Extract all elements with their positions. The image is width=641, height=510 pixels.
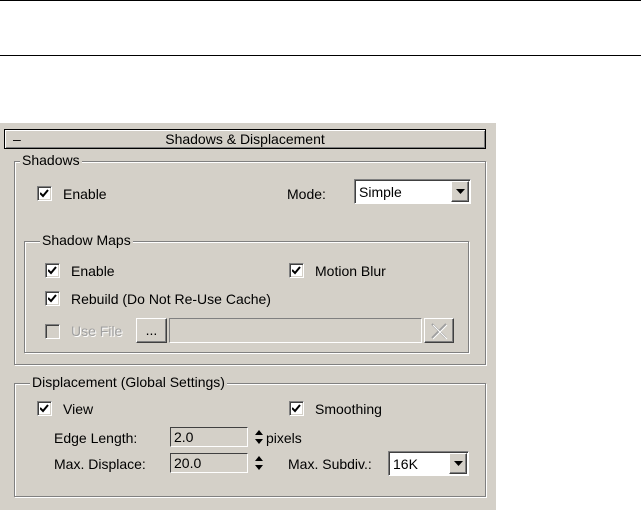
rollout-title: Shadows & Displacement	[165, 131, 325, 147]
browse-file-button-label: ...	[145, 322, 158, 338]
max-subdiv-value: 16K	[393, 456, 418, 472]
view-label: View	[63, 401, 94, 417]
shadow-maps-enable-checkbox[interactable]	[45, 263, 60, 278]
shadows-legend: Shadows	[20, 152, 82, 168]
edge-length-label: Edge Length:	[54, 430, 138, 446]
use-file-checkbox[interactable]	[45, 324, 60, 339]
checkmark-icon	[40, 404, 49, 413]
max-subdiv-label: Max. Subdiv.:	[288, 456, 372, 472]
smoothing-checkbox[interactable]	[289, 401, 304, 416]
edge-length-unit: pixels	[266, 430, 302, 446]
max-displace-label: Max. Displace:	[54, 456, 146, 472]
max-displace-value: 20.0	[174, 455, 202, 471]
smoothing-label: Smoothing	[315, 401, 382, 417]
max-displace-spinner-icon[interactable]	[254, 453, 264, 473]
chevron-down-icon	[454, 461, 463, 466]
checkmark-icon	[292, 266, 301, 275]
mode-value: Simple	[359, 184, 402, 200]
edge-length-value: 2.0	[174, 429, 194, 445]
mode-dropdown[interactable]: Simple	[354, 179, 471, 204]
use-file-label: Use File	[71, 323, 123, 339]
view-checkbox[interactable]	[37, 401, 52, 416]
rebuild-label: Rebuild (Do Not Re-Use Cache)	[71, 291, 271, 307]
mode-label: Mode:	[287, 186, 326, 202]
max-subdiv-dropdown-button[interactable]	[449, 453, 467, 474]
max-subdiv-dropdown[interactable]: 16K	[388, 451, 469, 476]
mode-dropdown-button[interactable]	[451, 181, 469, 202]
edge-length-spinner-icon[interactable]	[254, 427, 264, 447]
chevron-down-icon	[456, 189, 465, 194]
top-rule	[0, 0, 641, 1]
checkmark-icon	[292, 404, 301, 413]
displacement-legend: Displacement (Global Settings)	[30, 374, 227, 390]
motion-blur-label: Motion Blur	[315, 263, 386, 279]
checkmark-icon	[48, 294, 57, 303]
rollout-header[interactable]: – Shadows & Displacement	[4, 129, 486, 149]
shadow-maps-enable-label: Enable	[71, 263, 115, 279]
bottom-rule	[0, 55, 641, 56]
file-path-field[interactable]	[169, 318, 422, 343]
motion-blur-checkbox[interactable]	[289, 263, 304, 278]
shadows-enable-checkbox[interactable]	[37, 186, 52, 201]
max-displace-field[interactable]: 20.0	[170, 453, 248, 473]
shadow-maps-legend: Shadow Maps	[40, 232, 133, 248]
checkmark-icon	[40, 189, 49, 198]
close-icon	[431, 323, 448, 340]
edge-length-field[interactable]: 2.0	[170, 427, 248, 447]
shadows-displacement-panel: – Shadows & Displacement Shadows Enable …	[0, 123, 496, 510]
shadows-enable-label: Enable	[63, 186, 107, 202]
checkmark-icon	[48, 266, 57, 275]
clear-file-button[interactable]	[424, 318, 454, 343]
rebuild-checkbox[interactable]	[45, 291, 60, 306]
browse-file-button[interactable]: ...	[136, 318, 167, 343]
